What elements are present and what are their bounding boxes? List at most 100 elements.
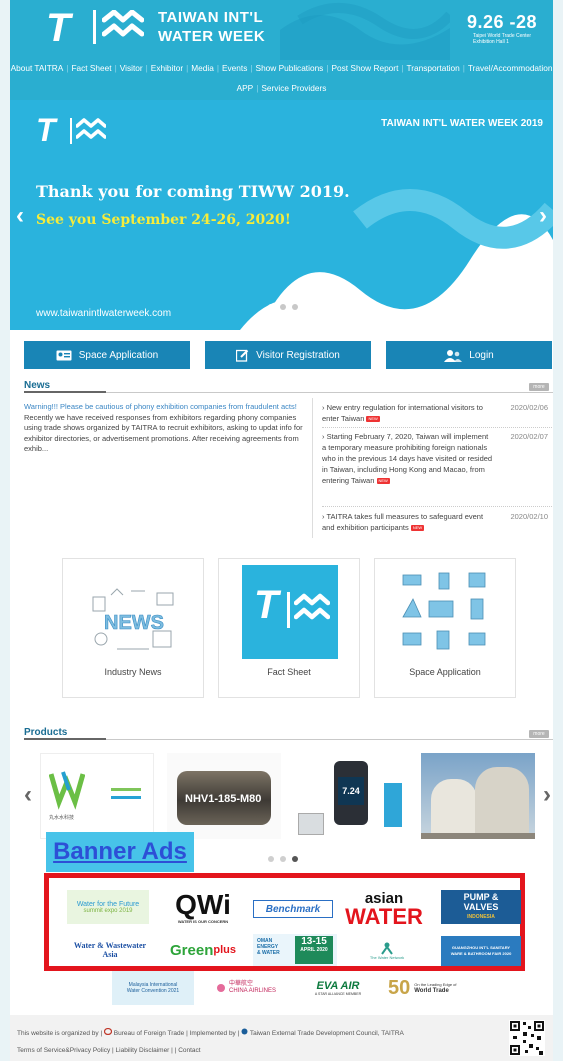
- nav-item-app[interactable]: APP: [237, 83, 254, 93]
- nav-item-about-taitra[interactable]: About TAITRA: [11, 63, 64, 73]
- products-dot-2[interactable]: [280, 856, 286, 862]
- product-tank: [475, 767, 529, 839]
- product-item[interactable]: [421, 753, 535, 839]
- hero-pagination: [268, 304, 298, 310]
- wave-logo-icon: [102, 10, 144, 37]
- ad-greenplus-part2: plus: [213, 944, 236, 956]
- products-dot-1[interactable]: [268, 856, 274, 862]
- ad-benchmark-text: Benchmark: [265, 903, 321, 915]
- nav-item-events[interactable]: Events: [222, 63, 247, 73]
- partner-china-airlines-cn: 中華航空: [228, 981, 253, 987]
- footer-terms-link[interactable]: Terms of Service&Privacy Policy: [17, 1047, 110, 1054]
- nav-item-visitor[interactable]: Visitor: [120, 63, 143, 73]
- hero-dot-1[interactable]: [268, 304, 274, 310]
- footer-organized-by: This website is organized by |: [17, 1030, 103, 1037]
- product-brand-caption: 丸水水科技: [49, 815, 75, 821]
- news-item[interactable]: › Starting February 7, 2020, Taiwan will…: [322, 431, 552, 486]
- main-nav: About TAITRA | Fact Sheet | Visitor | Exhibito…: [10, 63, 553, 93]
- nav-item-show-publications[interactable]: Show Publications: [256, 63, 324, 73]
- header-wave-graphic: [280, 3, 450, 60]
- ad-water-wastewater-asia[interactable]: Water & Wastewater Asia: [69, 938, 151, 962]
- product-line-graphic: [111, 788, 141, 791]
- ad-qwi-tagline: WATER IS OUR CONCERN: [177, 918, 229, 924]
- nav-item-travel-accommodation[interactable]: Travel/Accommodation: [468, 63, 553, 73]
- ad-guangzhou-sanitary-fair[interactable]: GUANGZHOU INT'L SANITARY WARE & BATHROOM…: [441, 936, 521, 966]
- hero-prev-arrow[interactable]: ‹: [16, 204, 24, 228]
- news-featured-body: Recently we have received responses from…: [24, 412, 303, 454]
- login-label: Login: [469, 349, 494, 361]
- ad-oman-energy-water[interactable]: OMAN ENERGY & WATER 13-15 APRIL 2020: [253, 934, 337, 966]
- industry-news-card[interactable]: NEWS Industry News: [62, 558, 204, 698]
- visitor-registration-button[interactable]: Visitor Registration: [205, 341, 371, 369]
- ad-pump-valves-indonesia[interactable]: PUMP & VALVES INDONESIA: [441, 890, 521, 924]
- product-brand-logo: [49, 771, 85, 810]
- banner-ads-box: Water for the Future summit expo 2019 QW…: [44, 873, 525, 971]
- news-divider: [312, 398, 313, 538]
- ad-water-network[interactable]: The Water Network: [349, 934, 425, 966]
- product-tank: [431, 779, 477, 839]
- ad-greenplus-part1: Green: [170, 941, 214, 959]
- product-meter-reading: 7.24: [338, 777, 364, 805]
- hero-dot-3[interactable]: [292, 304, 298, 310]
- nav-item-post-show-report[interactable]: Post Show Report: [332, 63, 399, 73]
- ad-greenplus[interactable]: Green plus: [165, 936, 241, 964]
- site-header: T TAIWAN INT'L WATER WEEK 9.26 -28 Taipe…: [10, 0, 553, 100]
- footer-bureau-link[interactable]: Bureau of Foreign Trade: [114, 1030, 184, 1037]
- news-item[interactable]: › New entry regulation for international…: [322, 402, 552, 424]
- product-item[interactable]: 丸水水科技: [40, 753, 154, 839]
- partner-wtc-50[interactable]: 50 On the Leading Edge of World Trade: [388, 971, 478, 1005]
- new-badge: NEW: [410, 525, 425, 532]
- industry-news-illustration: NEWS: [92, 588, 174, 650]
- ad-asian-water[interactable]: asian WATER: [341, 888, 427, 928]
- site-logo-mark[interactable]: T: [46, 6, 70, 51]
- partner-malaysia-water-convention[interactable]: Malaysia International Water Convention …: [112, 971, 194, 1005]
- user-group-icon: [444, 349, 463, 362]
- fact-sheet-card[interactable]: T Fact Sheet: [218, 558, 360, 698]
- product-item[interactable]: 7.24: [294, 753, 408, 839]
- nav-item-service-providers[interactable]: Service Providers: [261, 83, 326, 93]
- news-more-button[interactable]: more: [529, 383, 549, 391]
- ad-pump-valves-line2: VALVES: [463, 902, 499, 912]
- products-dot-3[interactable]: [292, 856, 298, 862]
- product-item[interactable]: NHV1-185-M80: [167, 753, 281, 839]
- new-badge: NEW: [376, 478, 390, 485]
- nav-item-media[interactable]: Media: [191, 63, 214, 73]
- hero-next-arrow[interactable]: ›: [539, 204, 547, 228]
- product-probe-base: [298, 813, 324, 835]
- space-application-card[interactable]: Space Application: [374, 558, 516, 698]
- nav-item-transportation[interactable]: Transportation: [407, 63, 460, 73]
- products-prev-arrow[interactable]: ‹: [24, 783, 32, 807]
- hero-dot-2[interactable]: [280, 304, 286, 310]
- water-network-icon: [381, 942, 393, 955]
- space-application-button[interactable]: Space Application: [24, 341, 190, 369]
- footer-implemented-by: | Implemented by |: [186, 1030, 240, 1037]
- nav-item-exhibitor[interactable]: Exhibitor: [151, 63, 183, 73]
- news-featured-title[interactable]: Warning!!! Please be cautious of phony e…: [24, 402, 309, 413]
- hero-url: www.taiwanintlwaterweek.com: [36, 308, 172, 319]
- venue-line2: Exhibition Hall 1: [473, 39, 509, 45]
- ad-benchmark[interactable]: Benchmark: [253, 900, 333, 918]
- footer-contact-link[interactable]: Contact: [178, 1047, 200, 1054]
- product-accessory: [384, 783, 402, 827]
- partner-china-airlines[interactable]: 中華航空 CHINA AIRLINES: [204, 971, 288, 1005]
- qr-code-icon: [509, 1020, 545, 1056]
- products-more-button[interactable]: more: [529, 730, 549, 738]
- fact-sheet-logo-divider: [287, 592, 290, 628]
- footer-taitra-link[interactable]: Taiwan External Trade Development Counci…: [250, 1030, 404, 1037]
- nav-item-fact-sheet[interactable]: Fact Sheet: [71, 63, 111, 73]
- id-card-icon: [56, 350, 72, 360]
- products-next-arrow[interactable]: ›: [543, 783, 551, 807]
- login-button[interactable]: Login: [386, 341, 552, 369]
- space-application-card-label: Space Application: [409, 667, 481, 677]
- site-footer: This website is organized by | Bureau of…: [10, 1015, 553, 1061]
- footer-liability-link[interactable]: Liability Disclaimer: [116, 1047, 170, 1054]
- ad-water-for-the-future[interactable]: Water for the Future summit expo 2019: [67, 890, 149, 924]
- products-rule-accent: [24, 738, 106, 740]
- edit-icon: [236, 349, 249, 362]
- partner-eva-air[interactable]: EVA AIR A STAR ALLIANCE MEMBER: [298, 971, 378, 1005]
- hero-carousel[interactable]: T TAIWAN INT'L WATER WEEK 2019 Thank you…: [10, 100, 553, 330]
- ad-guangzhou-line2: WARE & BATHROOM FAIR 2020: [450, 951, 512, 956]
- site-name[interactable]: TAIWAN INT'L WATER WEEK: [158, 8, 265, 46]
- news-item[interactable]: › TAITRA takes full measures to safeguar…: [322, 511, 552, 533]
- ad-qwi[interactable]: QWi WATER IS OUR CONCERN: [165, 888, 241, 926]
